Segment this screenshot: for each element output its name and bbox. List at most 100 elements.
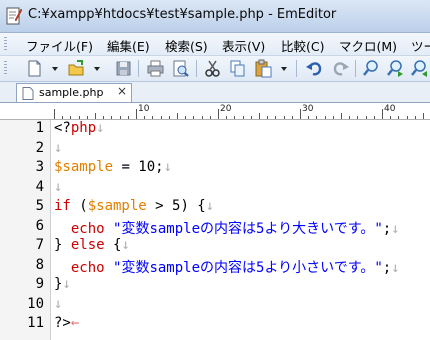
code-line[interactable]: ↓	[54, 140, 62, 156]
ruler-tick	[291, 116, 293, 119]
ruler-mark: 30	[302, 104, 314, 114]
new-file-dropdown-icon[interactable]	[51, 63, 59, 73]
code-token: if	[54, 198, 71, 214]
code-line[interactable]: ↓	[54, 296, 62, 312]
code-line[interactable]: } else {↓	[54, 237, 130, 253]
new-file-icon[interactable]	[24, 58, 45, 79]
menu-macro[interactable]: マクロ(M)	[339, 36, 397, 55]
code-token: ↓	[54, 295, 63, 312]
code-token: ←	[70, 315, 80, 331]
code-token: ;	[382, 259, 392, 276]
code-line[interactable]: $sample = 10;↓	[54, 159, 172, 175]
line-number: 9	[35, 276, 44, 292]
ruler-tick	[201, 116, 203, 119]
open-dropdown-icon[interactable]	[93, 63, 101, 73]
code-token: ↓	[96, 120, 105, 136]
line-number: 1	[35, 120, 44, 136]
ruler-tick	[283, 116, 285, 119]
line-number: 10	[27, 295, 44, 312]
ruler-tick	[226, 116, 228, 119]
find-next-icon[interactable]	[385, 58, 406, 79]
ruler-tick	[127, 116, 129, 119]
ruler-tick	[218, 109, 219, 119]
menu-compare[interactable]: 比較(C)	[281, 36, 324, 55]
ruler-tick	[423, 113, 424, 119]
ruler-tick	[349, 116, 351, 119]
ruler-tick	[152, 116, 154, 119]
ruler-tick	[144, 116, 146, 119]
menu-view[interactable]: 表示(V)	[222, 36, 265, 55]
ruler-tick	[373, 116, 375, 119]
ruler-tick	[267, 116, 269, 119]
tab-sample-php[interactable]: sample.php ×	[16, 83, 132, 102]
ruler-tick	[193, 116, 195, 119]
print-icon[interactable]	[145, 58, 166, 79]
toolbar-grip[interactable]	[4, 61, 7, 75]
print-preview-icon[interactable]	[170, 58, 191, 79]
ruler-tick	[365, 116, 367, 119]
document-icon	[22, 87, 34, 100]
code-line[interactable]: echo "変数sampleの内容は5より大きいです。";↓	[54, 218, 400, 238]
menu-bar: ファイル(F) 編集(E) 検索(S) 表示(V) 比較(C) マクロ(M) ツ…	[0, 33, 430, 56]
code-token: echo	[70, 259, 105, 276]
code-token: ↓	[54, 139, 63, 156]
code-token: ↓	[391, 259, 400, 276]
gutter-divider	[50, 120, 51, 340]
code-line[interactable]: }↓	[54, 276, 71, 292]
open-folder-icon[interactable]	[66, 58, 87, 79]
ruler-tick	[390, 116, 392, 119]
ruler-tick	[250, 116, 252, 119]
toolbar-separator	[138, 60, 139, 77]
code-line[interactable]: echo "変数sampleの内容は5より小さいです。";↓	[54, 257, 400, 277]
find-icon[interactable]	[361, 58, 382, 79]
code-line[interactable]: ↓	[54, 179, 62, 195]
code-line[interactable]: if ($sample > 5) {↓	[54, 198, 214, 214]
code-token: $sample	[54, 159, 114, 175]
paste-icon[interactable]	[253, 58, 274, 79]
code-token: ↓	[391, 220, 400, 237]
copy-icon[interactable]	[227, 58, 248, 79]
code-line[interactable]: ?>←	[54, 315, 79, 331]
code-token: <?	[54, 120, 71, 136]
ruler-tick	[234, 116, 236, 119]
code-token: "変数sampleの内容は5より大きいです。"	[113, 220, 383, 237]
code-token: ;	[382, 220, 392, 237]
menu-file[interactable]: ファイル(F)	[26, 36, 93, 55]
find-previous-icon[interactable]	[409, 58, 430, 79]
code-token: }	[54, 237, 71, 253]
paste-dropdown-icon[interactable]	[280, 63, 288, 73]
menubar-grip[interactable]	[4, 37, 7, 51]
menu-search[interactable]: 検索(S)	[165, 36, 208, 55]
toolbar-separator	[196, 60, 197, 77]
ruler-tick	[382, 109, 383, 119]
code-token: echo	[70, 220, 105, 237]
code-token: else	[70, 237, 105, 253]
code-token: > 5) {	[146, 198, 206, 214]
menu-tools[interactable]: ツー	[411, 36, 430, 55]
ruler-tick	[316, 116, 318, 119]
menu-edit[interactable]: 編集(E)	[107, 36, 150, 55]
ruler-tick	[111, 116, 113, 119]
ruler-tick	[168, 116, 170, 119]
ruler-tick	[62, 116, 64, 119]
undo-icon[interactable]	[304, 58, 325, 79]
tab-close-icon[interactable]: ×	[117, 84, 127, 98]
editor[interactable]: 1 2 3 4 5 6 7 8 9 10 11 <?php↓ ↓ $sample = 10;↓ ↓ if ($…	[0, 120, 430, 340]
code-token: ↓	[205, 198, 215, 214]
ruler-tick	[357, 116, 359, 119]
redo-icon[interactable]	[330, 58, 351, 79]
code-token: ?>	[54, 315, 71, 331]
ruler-tick	[324, 116, 326, 119]
save-icon[interactable]	[113, 58, 134, 79]
ruler-tick	[300, 109, 301, 119]
title-bar: C:¥xampp¥htdocs¥test¥sample.php - EmEdit…	[0, 0, 430, 33]
ruler-tick	[242, 116, 244, 119]
code-line[interactable]: <?php↓	[54, 120, 105, 136]
code-token: = 10;	[113, 159, 164, 175]
ruler-tick	[95, 113, 96, 119]
toolbar	[0, 56, 430, 82]
cut-icon[interactable]	[202, 58, 223, 79]
